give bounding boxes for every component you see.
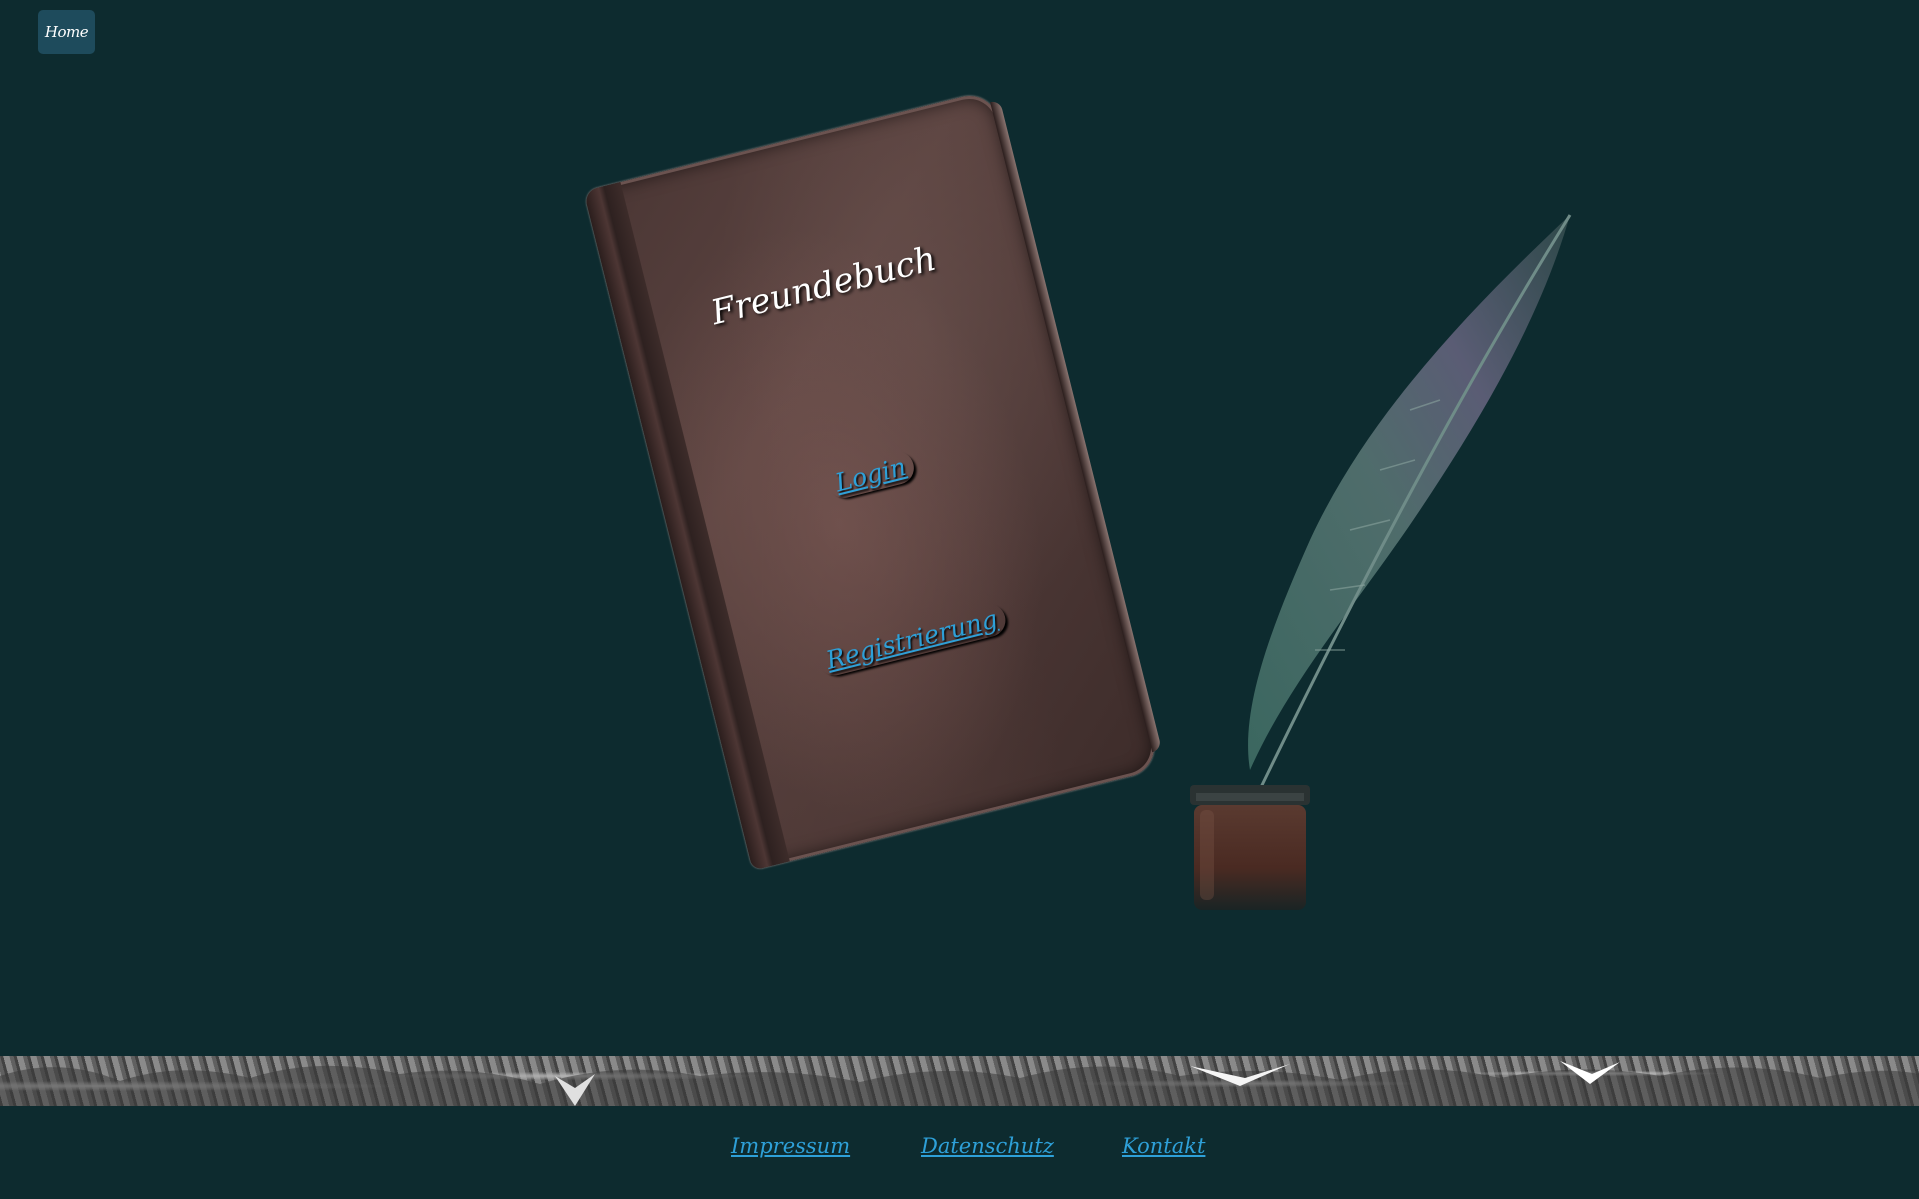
impressum-link[interactable]: Impressum bbox=[731, 1134, 850, 1158]
kontakt-link[interactable]: Kontakt bbox=[1122, 1134, 1205, 1158]
login-link-label[interactable]: Login bbox=[824, 448, 917, 501]
forest-banner bbox=[0, 1056, 1919, 1106]
quill-ink-icon bbox=[1190, 214, 1572, 910]
forest-banner-icon bbox=[0, 1056, 1919, 1106]
page: Home Freundebuch Login Registrierung Imp… bbox=[0, 0, 1919, 1199]
home-button[interactable]: Home bbox=[38, 10, 95, 54]
login-link[interactable]: Login bbox=[663, 410, 1078, 540]
book-container: Freundebuch Login Registrierung bbox=[583, 89, 1162, 871]
book-illustration: Freundebuch Login Registrierung bbox=[583, 89, 1162, 871]
footer: Impressum Datenschutz Kontakt bbox=[0, 1106, 1919, 1199]
register-link-label[interactable]: Registrierung bbox=[815, 600, 1009, 678]
book-title: Freundebuch bbox=[707, 238, 941, 334]
register-link[interactable]: Registrierung bbox=[705, 575, 1120, 705]
datenschutz-link[interactable]: Datenschutz bbox=[921, 1134, 1054, 1158]
